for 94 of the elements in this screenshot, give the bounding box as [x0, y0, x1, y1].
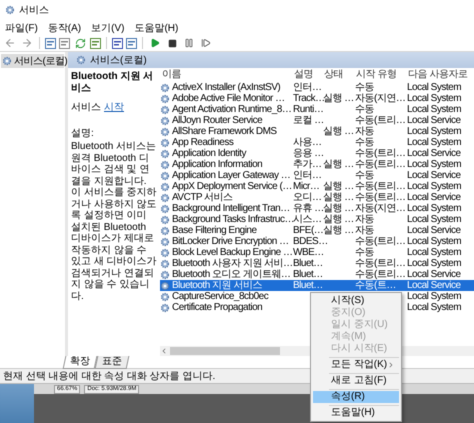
table-cell: Local System: [406, 104, 462, 115]
table-cell: Bluetooth 오디오 게이트웨…: [171, 269, 290, 280]
service-title: Bluetooth 지원 서비스: [71, 71, 154, 94]
table-cell: Local System: [406, 159, 462, 170]
table-cell: 수동(트리…: [354, 192, 406, 203]
table-cell: CaptureService_8cb0ec: [171, 291, 268, 302]
table-cell: BDES…: [292, 236, 328, 247]
table-cell: Base Filtering Engine: [171, 225, 257, 236]
table-cell: 실행 …: [322, 126, 354, 137]
table-cell: Local System: [406, 126, 462, 137]
table-cell: 사용…: [292, 137, 322, 148]
table-cell: 수동: [354, 170, 374, 181]
table-cell: Agent Activation Runtime_8…: [171, 104, 292, 115]
table-cell: 자동(지연…: [354, 203, 406, 214]
table-cell: 수동(트…: [354, 280, 396, 291]
table-cell: Local System: [406, 203, 462, 214]
table-cell-text: 실행 …: [323, 93, 354, 104]
table-cell: 실행 …: [322, 159, 354, 170]
table-cell: 수동(트리…: [354, 181, 406, 192]
description-label: 설명:: [71, 128, 95, 139]
table-cell: Track…: [292, 93, 325, 104]
table-cell: AllJoyn Router Service: [171, 115, 262, 126]
table-cell: Background Tasks Infrastruc…: [171, 214, 294, 225]
table-cell: 실행 …: [322, 192, 354, 203]
table-cell: Bluet…: [292, 258, 323, 269]
table-cell: 인터…: [292, 170, 322, 181]
status-text: 현재 선택 내용에 대한 속성 대화 상자를 엽니다.: [3, 370, 216, 383]
table-cell: 수동(트리…: [354, 269, 406, 280]
table-cell: BitLocker Drive Encryption …: [171, 236, 289, 247]
table-cell: 유휴 …: [292, 203, 324, 214]
description-text: Bluetooth 서비스는 원격 Bluetooth 디바이스 검색 및 연결을 지원합니다. 이 서비스를 중지하거나 사용하지 않도록 설정하면 이미 설치된 Bluetooth 디바이스가 제대로 작동하지 않을 수 있고 새 디바이스가 검색되거나 연결되지 않을 수 있습니다.: [71, 141, 157, 302]
table-cell: AppX Deployment Service (…: [171, 181, 292, 192]
table-cell: 수동(트리…: [354, 148, 406, 159]
table-cell: Local Service: [406, 192, 461, 203]
table-cell: Certificate Propagation: [171, 302, 262, 313]
table-cell: 실행 …: [322, 214, 354, 225]
table-cell: AllShare Framework DMS: [171, 126, 277, 137]
table-cell: 수동(트리…: [354, 236, 406, 247]
table-cell: Runti…: [292, 104, 324, 115]
table-cell-text: 시스…: [293, 214, 322, 225]
window-title: 서비스: [19, 4, 49, 17]
table-cell: 자동: [354, 214, 374, 225]
table-cell: 수동(트리…: [354, 115, 406, 126]
table-cell: BFE(…: [292, 225, 324, 236]
table-cell: Local System: [406, 214, 462, 225]
table-cell: Background Intelligent Tran…: [171, 203, 290, 214]
table-cell: 실행 …: [322, 181, 354, 192]
table-cell: AVCTP 서비스: [171, 192, 233, 203]
table-cell: Local System: [406, 137, 462, 148]
table-cell: Local System: [406, 181, 462, 192]
table-cell: ActiveX Installer (AxInstSV): [171, 82, 280, 93]
table-cell: Local Service: [406, 148, 461, 159]
table-cell: Adobe Active File Monitor …: [171, 93, 285, 104]
table-cell: Application Identity: [171, 148, 246, 159]
table-cell: 오디…: [292, 192, 322, 203]
table-cell-text: 실행 …: [322, 225, 354, 236]
table-cell: 수동: [354, 82, 374, 93]
table-cell: Local System: [406, 247, 462, 258]
action-label: 서비스: [71, 102, 101, 114]
table-cell: Local Service: [406, 280, 461, 291]
table-cell: Local Service: [406, 269, 461, 280]
table-cell: App Readiness: [171, 137, 234, 148]
table-cell: 추가…: [292, 159, 322, 170]
table-cell: Local Service: [406, 170, 461, 181]
table-cell: 응용 …: [292, 148, 324, 159]
table-cell: 수동: [354, 104, 374, 115]
table-cell: 자동: [354, 126, 374, 137]
table-cell: Local System: [406, 82, 462, 93]
table-cell: Local System: [406, 236, 462, 247]
table-cell: Bluet…: [292, 280, 323, 291]
table-cell: Bluet…: [292, 269, 323, 280]
table-cell: 자동: [354, 225, 374, 236]
table-cell: 수동: [354, 247, 374, 258]
table-cell: WBE…: [292, 247, 324, 258]
table-cell: 자동(지연…: [354, 93, 406, 104]
table-cell: 수동: [354, 137, 374, 148]
table-cell: 인터…: [292, 82, 322, 93]
table-cell: Local Service: [406, 115, 461, 126]
table-cell: Bluetooth 지원 서비스: [171, 280, 262, 291]
table-cell: Local System: [406, 302, 462, 313]
table-cell: Local System: [406, 291, 462, 302]
table-cell: Micr…: [292, 181, 320, 192]
table-cell-text: 실행 …: [323, 203, 354, 214]
table-cell: Application Layer Gateway …: [171, 170, 290, 181]
table-cell: Application Information: [171, 159, 262, 170]
table-cell: Block Level Backup Engine …: [171, 247, 292, 258]
table-cell: Local System: [406, 93, 462, 104]
table-cell: Local System: [406, 258, 462, 269]
table-cell: Bluetooth 사용자 지원 서비…: [171, 258, 293, 269]
table-cell: 로컬 …: [292, 115, 324, 126]
table-cell: 수동(트리…: [354, 258, 406, 269]
table-cell: Local Service: [406, 225, 461, 236]
table-cell: 수동(트리…: [354, 159, 406, 170]
panel-title: 서비스(로컬): [90, 54, 147, 67]
